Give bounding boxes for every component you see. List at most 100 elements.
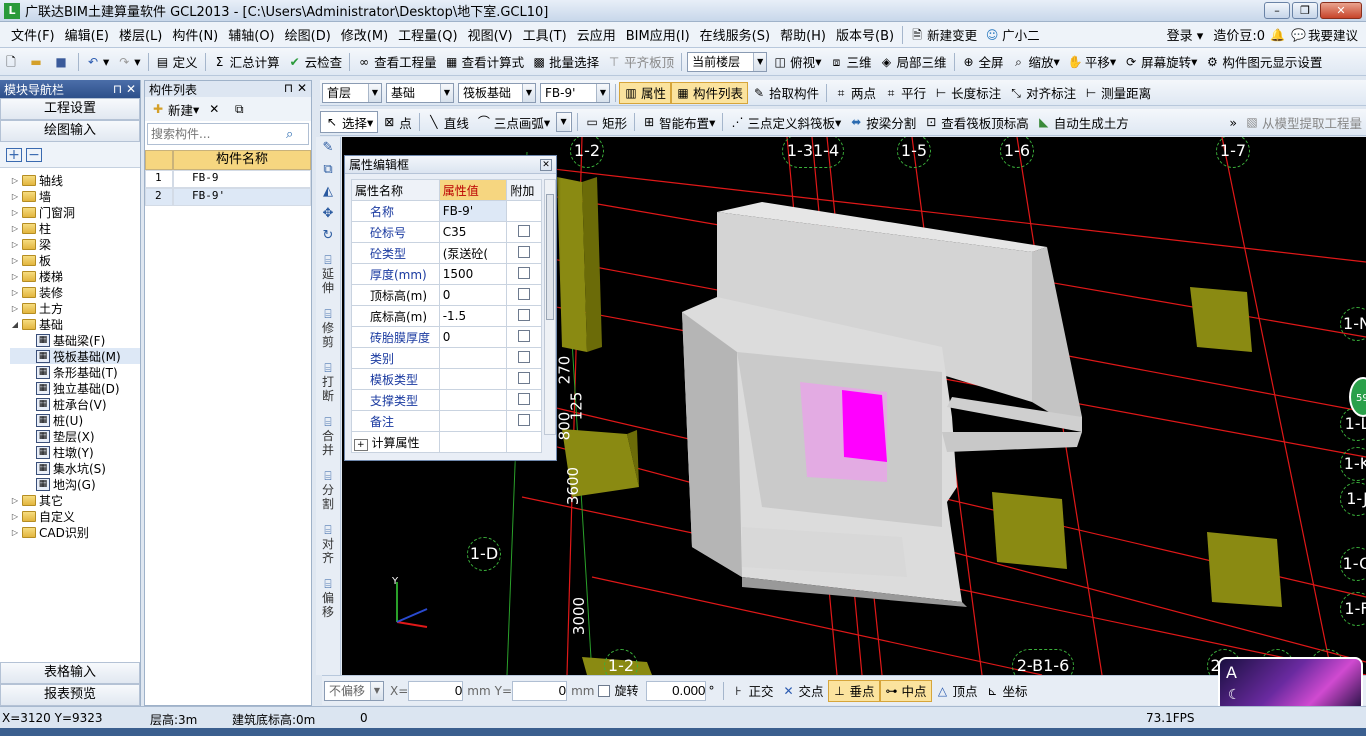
side-tool-button[interactable]: ⌸ 合并 [321,415,335,457]
suggest-button[interactable]: 💬 我要建议 [1287,24,1362,46]
tree-item[interactable]: ▷ 梁 [10,236,140,252]
fullscreen-button[interactable]: ⊕ 全屏 [958,51,1008,73]
collapsed-icon[interactable]: ▷ [10,176,20,185]
extra-checkbox[interactable] [518,329,531,342]
extra-checkbox[interactable] [518,350,531,363]
pin-icon[interactable]: ⊓ ✕ [284,81,307,97]
extra-checkbox[interactable] [518,245,531,258]
tree-item[interactable]: ▷ 装修 [10,284,140,300]
menu-tools[interactable]: 工具(T) [518,25,572,44]
bell-icon[interactable]: 🔔 [1270,28,1285,42]
tree-item[interactable]: ▦ 条形基础(T) [10,364,140,380]
tree-item[interactable]: ▦ 独立基础(D) [10,380,140,396]
property-value[interactable]: -1.5 [438,305,508,327]
side-tool-button[interactable]: ⌸ 分割 [321,469,335,511]
ortho-button[interactable]: ⊦ 正交 [727,680,777,702]
line-button[interactable]: ╲ 直线 [423,111,473,133]
tree-item[interactable]: ▷ 门窗洞 [10,204,140,220]
tree-item[interactable]: ▷ 其它 [10,492,140,508]
tree-item[interactable]: ▷ 土方 [10,300,140,316]
property-value[interactable] [438,368,508,390]
property-row[interactable]: 备注 [351,410,543,432]
side-tool-button[interactable]: ⌸ 打断 [321,361,335,403]
menu-bim[interactable]: BIM应用(I) [621,25,695,44]
tree-item[interactable]: ▷ 轴线 [10,172,140,188]
intersect-button[interactable]: ✕ 交点 [777,680,827,702]
menu-help[interactable]: 帮助(H) [775,25,831,44]
category-select[interactable]: 基础 ▼ [386,82,454,103]
report-preview-button[interactable]: 报表预览 [0,684,140,706]
property-value[interactable] [438,410,508,432]
tree-item[interactable]: ▦ 柱墩(Y) [10,444,140,460]
dialog-title-bar[interactable]: 属性编辑框 ✕ [345,156,556,174]
property-row[interactable]: 砼类型 (泵送砼( [351,242,543,264]
mid-button[interactable]: ⊶ 中点 [879,679,932,702]
menu-view[interactable]: 视图(V) [463,25,518,44]
auto-earth-button[interactable]: ◣ 自动生成土方 [1033,111,1133,133]
assistant-button[interactable]: ☺ 广小二 [981,24,1044,46]
column-name[interactable]: 构件名称 [173,150,311,170]
tree-item[interactable]: ▦ 桩(U) [10,412,140,428]
collapse-all-button[interactable]: − [26,147,42,162]
save-button[interactable]: ■ [50,51,75,73]
view-quantity-button[interactable]: ∞ 查看工程量 [353,51,441,73]
menu-component[interactable]: 构件(N) [167,25,223,44]
pan-button[interactable]: ✋ 平移 ▾ [1064,51,1120,73]
menu-aux-axis[interactable]: 辅轴(O) [223,25,279,44]
property-value[interactable] [438,389,508,411]
local-3d-button[interactable]: ◈ 局部三维 [875,51,950,73]
3d-button[interactable]: ⧈ 三维 [825,51,875,73]
split-by-beam-button[interactable]: ⬌ 按梁分割 [845,111,920,133]
tree-item[interactable]: ▦ 桩承台(V) [10,396,140,412]
copy-move-icon[interactable]: ⧉ [316,159,340,181]
property-row[interactable]: 砖胎膜厚度 0 [351,326,543,348]
menu-online[interactable]: 在线服务(S) [695,25,775,44]
property-button[interactable]: ▥ 属性 [619,81,672,104]
arc-button[interactable]: ⌒ 三点画弧 ▾ [473,111,554,133]
tree-item[interactable]: ▦ 集水坑(S) [10,460,140,476]
table-row[interactable]: 2 FB-9' [145,188,311,206]
side-tool-button[interactable]: ⌸ 修剪 [321,307,335,349]
current-floor-select[interactable]: 当前楼层 ▼ [687,51,768,72]
drawing-input-button[interactable]: 绘图输入 [0,120,140,142]
rotate-button[interactable]: ⟳ 屏幕旋转 ▾ [1120,51,1201,73]
collapsed-icon[interactable]: ▷ [10,304,20,313]
project-settings-button[interactable]: 工程设置 [0,98,140,120]
property-value[interactable]: 0 [438,284,508,306]
angle-input[interactable] [646,680,707,701]
table-input-button[interactable]: 表格输入 [0,662,140,684]
cloud-check-button[interactable]: ✔ 云检查 [284,51,347,73]
component-list-button[interactable]: ▦ 构件列表 [671,81,749,104]
property-row[interactable]: 底标高(m) -1.5 [351,305,543,327]
menu-floor[interactable]: 楼层(L) [114,25,167,44]
new-change-button[interactable]: 🗎 新建变更 [906,24,981,46]
collapsed-icon[interactable]: ▷ [10,288,20,297]
new-component-button[interactable]: ✚ 新建 ▾ [147,98,203,120]
tree-item[interactable]: ▦ 地沟(G) [10,476,140,492]
property-value[interactable] [438,431,508,453]
collapsed-icon[interactable]: ▷ [10,512,20,521]
move-icon[interactable]: ✥ [316,203,340,225]
extra-checkbox[interactable] [518,266,531,279]
collapsed-icon[interactable]: ▷ [10,224,20,233]
menu-modify[interactable]: 修改(M) [336,25,393,44]
extra-checkbox[interactable] [518,392,531,405]
view-formula-button[interactable]: ▦ 查看计算式 [441,51,529,73]
align-top-button[interactable]: ⊤ 平齐板顶 [603,51,678,73]
extra-checkbox[interactable] [518,413,531,426]
property-value[interactable]: C35 [438,221,508,243]
brush-icon[interactable]: ✎ [316,137,340,159]
tree-item[interactable]: ▷ 柱 [10,220,140,236]
smart-layout-button[interactable]: ⊞ 智能布置 ▾ [638,111,719,133]
property-row[interactable]: + 计算属性 [351,431,543,453]
perp-button[interactable]: ⊥ 垂点 [827,679,880,702]
search-icon[interactable]: ⌕ [286,127,293,142]
pick-component-button[interactable]: ✎ 拾取构件 [748,82,823,104]
close-icon[interactable]: ✕ [540,158,552,171]
side-tool-button[interactable]: ⌸ 延伸 [321,253,335,295]
arc-option-select[interactable]: ▼ [556,112,573,132]
menu-quantity[interactable]: 工程量(Q) [393,25,462,44]
rotate-checkbox[interactable] [598,684,611,697]
collapsed-icon[interactable]: ▷ [10,272,20,281]
menu-draw[interactable]: 绘图(D) [280,25,336,44]
